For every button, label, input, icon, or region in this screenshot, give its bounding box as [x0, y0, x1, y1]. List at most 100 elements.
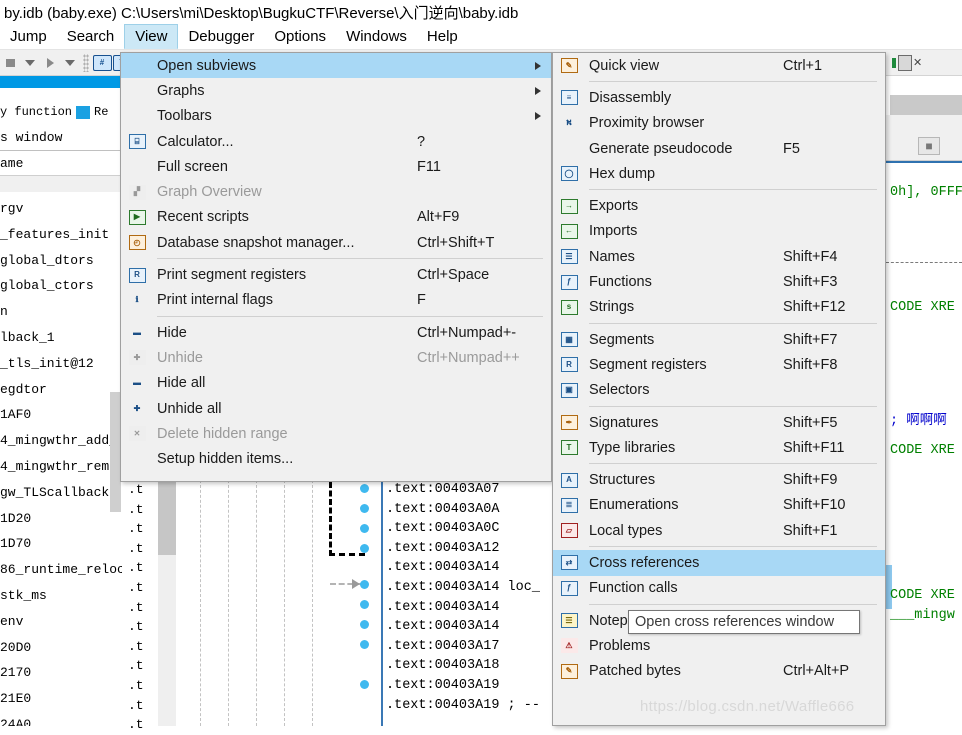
toolbar-back-dropdown[interactable]	[20, 52, 40, 74]
function-list-item[interactable]: 24A0	[0, 712, 122, 726]
subviews-menu-item-functions[interactable]: ƒ Functions Shift+F3	[553, 269, 885, 294]
menu-item-label: Names	[589, 248, 635, 265]
function-list-item[interactable]: env	[0, 609, 122, 635]
functions-list[interactable]: rgv _features_init global_dtors global_ctor…	[0, 196, 122, 726]
menu-item-shortcut: Shift+F3	[783, 274, 838, 291]
function-list-item[interactable]: gw_TLScallback	[0, 480, 122, 506]
subviews-menu-item-hex-dump[interactable]: ◯ Hex dump	[553, 161, 885, 186]
menu-item-label: Hex dump	[589, 165, 656, 182]
left-panel-column-header[interactable]: ame	[0, 151, 122, 176]
disassembly-scroll-thumb[interactable]	[158, 480, 176, 555]
flow-arrow-bracket	[329, 482, 365, 556]
xref-code-line: CODE XRE	[890, 300, 955, 315]
breakpoint-dot[interactable]	[360, 620, 369, 629]
function-list-item[interactable]: 2170	[0, 660, 122, 686]
function-list-item[interactable]: _tls_init@12	[0, 351, 122, 377]
view-menu-item-database-snapshot-manager[interactable]: ◴ Database snapshot manager... Ctrl+Shift+…	[121, 230, 551, 255]
function-list-item[interactable]: 20D0	[0, 635, 122, 661]
subviews-menu-item-segment-registers[interactable]: R Segment registers Shift+F8	[553, 352, 885, 377]
subviews-menu-item-generate-pseudocode[interactable]: Generate pseudocode F5	[553, 136, 885, 161]
subviews-menu-item-segments[interactable]: ▦ Segments Shift+F7	[553, 327, 885, 352]
function-list-item[interactable]: lback_1	[0, 325, 122, 351]
menubar-item-windows[interactable]: Windows	[336, 24, 417, 49]
view-menu-item-hide[interactable]: ▬ Hide Ctrl+Numpad+-	[121, 320, 551, 345]
subviews-menu-item-selectors[interactable]: ▣ Selectors	[553, 378, 885, 403]
subviews-menu-item-enumerations[interactable]: ≣ Enumerations Shift+F10	[553, 493, 885, 518]
function-list-item[interactable]: 4_mingwthr_add_	[0, 428, 122, 454]
view-dropdown-menu[interactable]: Open subviews Graphs Toolbars ⌸ Calculator..…	[120, 52, 552, 482]
disassembly-scroll-track[interactable]	[158, 555, 176, 726]
subviews-menu-item-type-libraries[interactable]: T Type libraries Shift+F11	[553, 435, 885, 460]
view-menu-item-recent-scripts[interactable]: ▶ Recent scripts Alt+F9	[121, 205, 551, 230]
view-menu-item-calculator[interactable]: ⌸ Calculator...?	[121, 129, 551, 154]
function-list-item[interactable]: 1D20	[0, 506, 122, 532]
view-menu-item-full-screen[interactable]: Full screen F11	[121, 154, 551, 179]
subviews-menu-item-structures[interactable]: A Structures Shift+F9	[553, 467, 885, 492]
breakpoint-dot[interactable]	[360, 524, 369, 533]
toolbar-grip[interactable]	[83, 53, 89, 72]
subviews-menu-item-disassembly[interactable]: ≡ Disassembly	[553, 85, 885, 110]
menu-separator	[589, 463, 877, 465]
view-menu-item-open-subviews[interactable]: Open subviews	[121, 53, 551, 79]
menubar-item-debugger[interactable]: Debugger	[178, 24, 264, 49]
enumerations-icon: ≣	[559, 496, 579, 514]
breakpoint-dot[interactable]	[360, 640, 369, 649]
breakpoint-dot[interactable]	[360, 544, 369, 553]
search-hex-icon[interactable]: #	[92, 52, 112, 74]
function-list-item[interactable]: _features_init	[0, 222, 122, 248]
subviews-menu-item-signatures[interactable]: ✒ Signatures Shift+F5	[553, 410, 885, 435]
view-menu-item-hide-all[interactable]: ▬ Hide all	[121, 371, 551, 396]
menubar-item-jump[interactable]: Jump	[0, 24, 57, 49]
function-list-item[interactable]: 86_runtime_relocator	[0, 557, 122, 583]
subviews-menu-item-imports[interactable]: ← Imports	[553, 219, 885, 244]
menu-item-shortcut: Shift+F1	[783, 522, 838, 539]
function-list-item[interactable]: n	[0, 299, 122, 325]
subviews-menu-item-patched-bytes[interactable]: ✎ Patched bytes Ctrl+Alt+P	[553, 659, 885, 684]
subviews-menu-item-proximity-browser[interactable]: ⛕ Proximity browser	[553, 111, 885, 136]
subviews-menu-item-problems[interactable]: ⚠ Problems	[553, 633, 885, 658]
subviews-menu-item-strings[interactable]: s Strings Shift+F12	[553, 295, 885, 320]
breakpoint-dot[interactable]	[360, 484, 369, 493]
breakpoint-dot[interactable]	[360, 580, 369, 589]
menu-item-label: Strings	[589, 299, 635, 316]
view-menu-item-unhide-all[interactable]: ✚ Unhide all	[121, 396, 551, 421]
subviews-menu-item-names[interactable]: ☰ Names Shift+F4	[553, 244, 885, 269]
function-list-item[interactable]: global_dtors	[0, 248, 122, 274]
menubar-item-options[interactable]: Options	[264, 24, 336, 49]
subviews-menu-item-cross-references[interactable]: ⇄ Cross references	[553, 550, 885, 576]
xref-code-line: 0h], 0FFF	[890, 185, 962, 200]
toolbar-forward-button[interactable]	[40, 52, 60, 74]
function-list-item[interactable]: 4_mingwthr_remo	[0, 454, 122, 480]
subviews-menu-item-exports[interactable]: → Exports	[553, 193, 885, 218]
breakpoint-dot[interactable]	[360, 680, 369, 689]
menu-separator	[589, 546, 877, 548]
menubar-item-search[interactable]: Search	[57, 24, 125, 49]
menubar-item-help[interactable]: Help	[417, 24, 468, 49]
function-list-item[interactable]: 1AF0	[0, 402, 122, 428]
left-panel-function-tab[interactable]: y function Re	[0, 100, 122, 124]
toolbar-forward-dropdown[interactable]	[60, 52, 80, 74]
subviews-menu-item-function-calls[interactable]: ƒ Function calls	[553, 576, 885, 601]
toolbar-back-button[interactable]	[0, 52, 20, 74]
function-list-item[interactable]: 21E0	[0, 686, 122, 712]
menu-item-label: Patched bytes	[589, 663, 681, 680]
view-menu-item-print-internal-flags[interactable]: ℹ Print internal flags F	[121, 288, 551, 313]
view-menu-item-graphs[interactable]: Graphs	[121, 78, 551, 103]
subviews-menu-item-quick-view[interactable]: ✎ Quick view Ctrl+1	[553, 53, 885, 78]
function-list-item[interactable]: global_ctors	[0, 273, 122, 299]
breakpoint-dot[interactable]	[360, 600, 369, 609]
breakpoint-dot[interactable]	[360, 504, 369, 513]
view-menu-item-setup-hidden-items[interactable]: Setup hidden items...	[121, 446, 551, 471]
function-list-item[interactable]: 1D70	[0, 531, 122, 557]
function-list-item[interactable]: egdtor	[0, 377, 122, 403]
view-menu-item-toolbars[interactable]: Toolbars	[121, 104, 551, 129]
view-menu-item-print-segment-registers[interactable]: R Print segment registers Ctrl+Space	[121, 262, 551, 287]
function-list-item[interactable]: rgv	[0, 196, 122, 222]
subviews-menu-item-local-types[interactable]: ▱ Local types Shift+F1	[553, 518, 885, 543]
close-icon[interactable]: ■	[918, 137, 940, 155]
function-list-item[interactable]: stk_ms	[0, 583, 122, 609]
disassembly-segment-marker: .t	[128, 482, 144, 497]
menubar-item-view[interactable]: View	[124, 24, 179, 49]
disassembly-segment-marker: .t	[128, 501, 144, 517]
local-types-icon: ▱	[559, 522, 579, 540]
